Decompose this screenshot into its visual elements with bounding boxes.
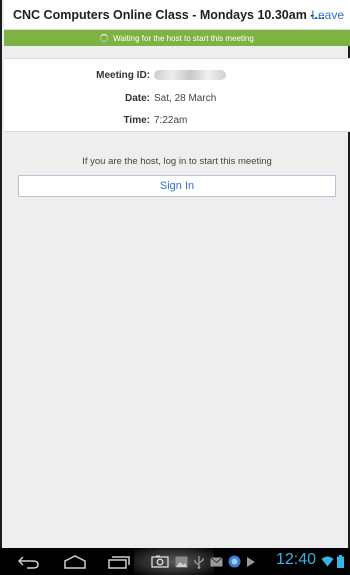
leave-button[interactable]: Leave (311, 8, 344, 22)
redacted-meeting-id (154, 70, 226, 81)
gallery-icon (172, 548, 190, 575)
back-icon[interactable] (14, 548, 44, 575)
meeting-title: CNC Computers Online Class - Mondays 10.… (13, 8, 325, 22)
android-system-bar: 12:40 (0, 548, 350, 575)
meeting-time-row: Time: 7:22am (4, 115, 350, 131)
meeting-id-value (154, 70, 226, 81)
meeting-time-value: 7:22am (154, 115, 188, 126)
loading-spinner-icon (100, 34, 109, 42)
home-icon[interactable] (60, 548, 90, 575)
meeting-date-label: Date: (124, 93, 150, 104)
app-icon (225, 548, 243, 575)
app-window: CNC Computers Online Class - Mondays 10.… (0, 0, 350, 575)
usb-icon (190, 548, 208, 575)
mail-icon (207, 548, 225, 575)
meeting-info-panel: Meeting ID: Date: Sat, 28 March Time: 7:… (4, 58, 350, 132)
meeting-id-label: Meeting ID: (96, 70, 150, 81)
screenshot-icon[interactable] (148, 548, 172, 575)
wifi-icon (320, 548, 334, 575)
system-clock: 12:40 (276, 551, 317, 568)
play-icon (243, 548, 259, 575)
host-login-message: If you are the host, log in to start thi… (82, 156, 272, 167)
sign-in-button[interactable]: Sign In (18, 175, 336, 197)
meeting-header: CNC Computers Online Class - Mondays 10.… (4, 0, 350, 30)
recent-apps-icon[interactable] (104, 548, 134, 575)
meeting-time-label: Time: (123, 115, 151, 126)
battery-icon (334, 548, 346, 575)
meeting-id-row: Meeting ID: (4, 70, 350, 86)
meeting-date-row: Date: Sat, 28 March (4, 93, 350, 109)
meeting-date-value: Sat, 28 March (154, 93, 217, 104)
waiting-status-banner: Waiting for the host to start this meeti… (4, 30, 350, 46)
waiting-status-text: Waiting for the host to start this meeti… (113, 33, 254, 43)
